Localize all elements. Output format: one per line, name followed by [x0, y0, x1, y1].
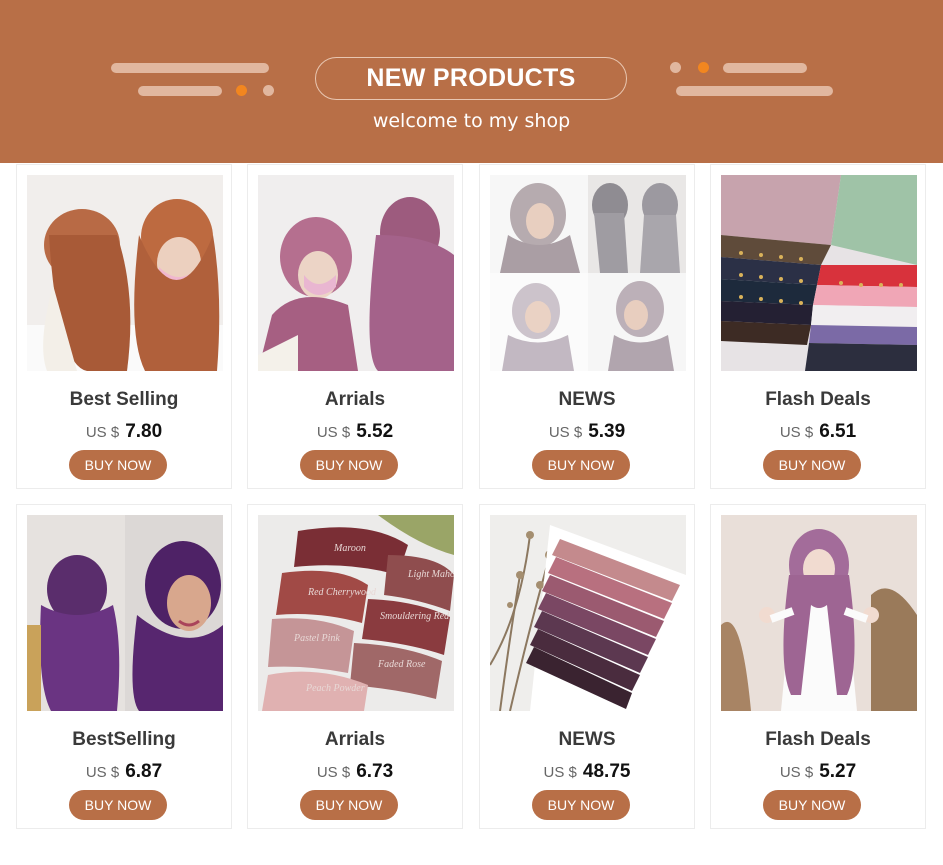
decorative-dot	[670, 62, 681, 73]
product-name: NEWS	[558, 389, 616, 410]
scarf-label: Maroon	[333, 543, 366, 554]
product-price: US $ 6.87	[17, 761, 231, 783]
product-name: Flash Deals	[765, 729, 871, 750]
scarf-label: Smouldering Red	[380, 611, 450, 622]
currency-label: US $	[316, 424, 351, 441]
buy-now-button[interactable]: BUY NOW	[763, 450, 861, 480]
price-value: 6.51	[819, 421, 857, 442]
scarf-label: Pastel Pink	[293, 633, 340, 644]
mauve-hijab-full-body-image	[721, 515, 917, 711]
product-image[interactable]	[721, 175, 917, 371]
product-card[interactable]: Flash Deals US $ 6.51 BUY NOW	[710, 164, 926, 489]
price-value: 6.73	[356, 761, 394, 782]
currency-label: US $	[543, 764, 577, 781]
scarf-label: Peach Powder	[305, 683, 365, 694]
product-card[interactable]: BestSelling US $ 6.87 BUY NOW	[16, 504, 232, 829]
scarf-label: Red Cherrywood	[307, 587, 377, 598]
price-value: 7.80	[125, 421, 163, 442]
currency-label: US $	[779, 764, 814, 781]
beaded-scarves-image	[721, 175, 917, 371]
rust-hijab-image	[27, 175, 223, 371]
product-image[interactable]	[258, 175, 454, 371]
decorative-dot	[263, 85, 274, 96]
product-image[interactable]	[27, 175, 223, 371]
scarf-label: Light Mahogany	[407, 569, 454, 580]
decorative-bar	[111, 63, 269, 73]
product-price: US $ 6.51	[711, 421, 925, 443]
product-card[interactable]: Flash Deals US $ 5.27 BUY NOW	[710, 504, 926, 829]
product-name: Flash Deals	[765, 389, 871, 410]
product-price: US $ 7.80	[17, 421, 231, 443]
buy-now-button[interactable]: BUY NOW	[69, 790, 167, 820]
product-image[interactable]	[27, 515, 223, 711]
currency-label: US $	[548, 424, 583, 441]
product-image[interactable]	[721, 515, 917, 711]
decorative-bar	[676, 86, 833, 96]
buy-now-button[interactable]: BUY NOW	[300, 790, 398, 820]
boxed-scarf-set-image	[490, 515, 686, 711]
product-card[interactable]: Arrials US $ 5.52 BUY NOW	[247, 164, 463, 489]
product-card[interactable]: NEWS US $ 48.75 BUY NOW	[479, 504, 695, 829]
grey-hijab-image	[490, 175, 686, 371]
product-price: US $ 6.73	[248, 761, 462, 783]
scarf-label: Faded Rose	[377, 659, 426, 670]
decorative-dot	[236, 85, 247, 96]
product-name: Arrials	[324, 729, 386, 750]
price-value: 5.52	[356, 421, 394, 442]
buy-now-button[interactable]: BUY NOW	[69, 450, 167, 480]
price-value: 48.75	[582, 761, 631, 782]
currency-label: US $	[779, 424, 814, 441]
buy-now-button[interactable]: BUY NOW	[532, 450, 630, 480]
product-name: NEWS	[558, 729, 616, 750]
page-subtitle: welcome to my shop	[372, 110, 571, 132]
buy-now-button[interactable]: BUY NOW	[763, 790, 861, 820]
currency-label: US $	[85, 764, 120, 781]
product-price: US $ 5.27	[711, 761, 925, 783]
decorative-bar	[138, 86, 222, 96]
product-price: US $ 5.39	[480, 421, 694, 443]
buy-now-button[interactable]: BUY NOW	[532, 790, 630, 820]
buy-now-button[interactable]: BUY NOW	[300, 450, 398, 480]
price-value: 5.27	[819, 761, 857, 782]
product-card[interactable]: Maroon Light Mahogany Red Cherrywood Smo…	[247, 504, 463, 829]
price-value: 5.39	[588, 421, 626, 442]
product-name: Arrials	[324, 389, 386, 410]
product-image[interactable]	[490, 515, 686, 711]
product-name: BestSelling	[72, 729, 176, 750]
currency-label: US $	[85, 424, 120, 441]
labelled-scarves-image: Maroon Light Mahogany Red Cherrywood Smo…	[258, 515, 454, 711]
currency-label: US $	[316, 764, 351, 781]
product-image[interactable]: Maroon Light Mahogany Red Cherrywood Smo…	[258, 515, 454, 711]
product-card[interactable]: NEWS US $ 5.39 BUY NOW	[479, 164, 695, 489]
product-card[interactable]: Best Selling US $ 7.80 BUY NOW	[16, 164, 232, 489]
header-banner: NEW PRODUCTS welcome to my shop	[0, 0, 943, 163]
decorative-bar	[723, 63, 807, 73]
page-title: NEW PRODUCTS	[315, 57, 627, 100]
purple-hijab-image	[27, 515, 223, 711]
mauve-hijab-image	[258, 175, 454, 371]
product-name: Best Selling	[69, 389, 179, 410]
product-image[interactable]	[490, 175, 686, 371]
price-value: 6.87	[125, 761, 163, 782]
decorative-dot	[698, 62, 709, 73]
product-price: US $ 5.52	[248, 421, 462, 443]
product-price: US $ 48.75	[480, 761, 694, 783]
